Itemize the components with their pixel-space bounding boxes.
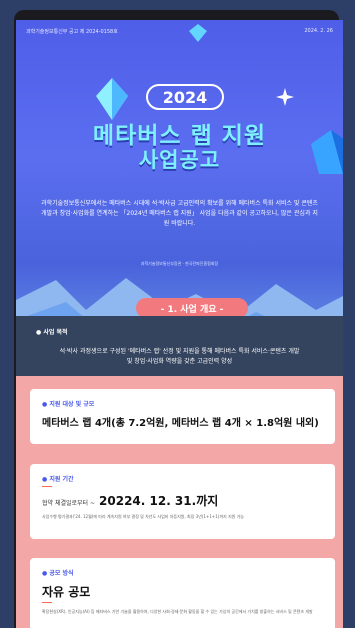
method-note: 확장현실(XR), 인공지능(AI) 등 메타버스 기반 기술을 활용하여, 다… — [42, 609, 313, 614]
period-card: ● 지원 기간 협약 체결일로부터 ~ 20224. 12. 31.까지 사업수… — [30, 464, 335, 539]
year-badge: 2024 — [146, 84, 224, 110]
period-title: ● 지원 기간 — [42, 476, 74, 483]
announcement-poster: 과학기술정보통신부 공고 제 2024-0158호 2024. 2. 26 20… — [16, 20, 343, 628]
accent-dash — [42, 486, 52, 487]
method-card: ● 공모 방식 자유 공모 확장현실(XR), 인공지능(AI) 등 메타버스 … — [30, 558, 335, 628]
support-main: 메타버스 랩 4개(총 7.2억원, 메타버스 랩 4개 × 1.8억원 내외) — [42, 418, 319, 429]
purpose-band — [16, 316, 343, 376]
period-prefix: 협약 체결일로부터 ~ — [42, 500, 96, 507]
support-title: ● 지원 대상 및 규모 — [42, 401, 95, 408]
hero-intro: 과학기술정보통신부에서는 메타버스 시대에 석·박사급 고급인력의 확보를 위해… — [41, 200, 318, 227]
purpose-text: 석·박사 과정생으로 구성된 '메타버스 랩' 선정 및 지원을 통해 메타버스… — [59, 348, 300, 365]
method-title: ● 공모 방식 — [42, 570, 74, 577]
hero-title-line2: 사업공고 — [138, 148, 221, 172]
notice-number: 과학기술정보통신부 공고 제 2024-0158호 — [26, 29, 118, 35]
period-main-row: 협약 체결일로부터 ~ 20224. 12. 31.까지 — [42, 492, 218, 509]
support-card: ● 지원 대상 및 규모 메타버스 랩 4개(총 7.2억원, 메타버스 랩 4… — [30, 389, 335, 444]
section-pill: - 1. 사업 개요 - — [136, 298, 248, 318]
method-main: 자유 공모 — [42, 585, 91, 599]
accent-dash — [42, 602, 52, 603]
sparkle-icon — [276, 88, 294, 106]
period-note: 사업수행 평가결과('24. 12월)에 따라 계속지원 여부 결정 및 차년도… — [42, 514, 244, 519]
header-line: 과학기술정보통신부 공고 제 2024-0158호 2024. 2. 26 — [26, 28, 333, 35]
purpose-title: ● 사업 목적 — [36, 329, 68, 336]
notice-date: 2024. 2. 26 — [304, 28, 333, 34]
crystal-icon — [189, 24, 207, 42]
crystal-icon — [96, 78, 128, 120]
period-main: 20224. 12. 31.까지 — [99, 494, 219, 508]
